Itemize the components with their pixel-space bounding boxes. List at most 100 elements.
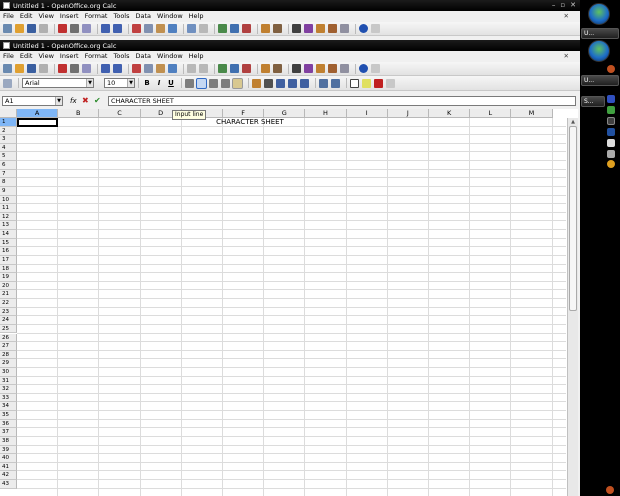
menu-data[interactable]: Data xyxy=(136,52,152,60)
row-header-4[interactable]: 4 xyxy=(0,143,17,153)
data-sources-icon[interactable] xyxy=(328,64,337,73)
vertical-scrollbar[interactable]: ▲ xyxy=(567,118,578,496)
row-header-31[interactable]: 31 xyxy=(0,376,17,386)
row-header-12[interactable]: 12 xyxy=(0,212,17,222)
column-header-f[interactable]: F xyxy=(223,109,265,118)
save-icon[interactable] xyxy=(27,64,36,73)
copy-icon[interactable] xyxy=(144,64,153,73)
insert-chart-icon[interactable] xyxy=(261,24,270,33)
row-header-8[interactable]: 8 xyxy=(0,178,17,187)
row-header-25[interactable]: 25 xyxy=(0,324,17,334)
decrease-indent-icon[interactable] xyxy=(319,78,328,88)
close-button[interactable]: ✕ xyxy=(570,1,576,9)
menu-edit[interactable]: Edit xyxy=(20,52,33,60)
close-document-button[interactable]: ✕ xyxy=(564,12,569,20)
copy-icon[interactable] xyxy=(144,24,153,33)
row-header-26[interactable]: 26 xyxy=(0,333,17,343)
row-header-11[interactable]: 11 xyxy=(0,204,17,213)
menu-tools[interactable]: Tools xyxy=(113,12,129,20)
autospellcheck-icon[interactable] xyxy=(113,64,122,73)
column-header-g[interactable]: G xyxy=(264,109,306,118)
row-header-38[interactable]: 38 xyxy=(0,436,17,446)
page-preview-icon[interactable] xyxy=(82,64,91,73)
row-header-36[interactable]: 36 xyxy=(0,419,17,429)
align-left-icon[interactable] xyxy=(185,78,194,88)
row-header-16[interactable]: 16 xyxy=(0,247,17,256)
italic-button[interactable]: I xyxy=(154,79,164,87)
menu-view[interactable]: View xyxy=(38,12,53,20)
tray-speaker-icon[interactable] xyxy=(607,150,615,158)
print-icon[interactable] xyxy=(70,24,79,33)
start-orb-icon[interactable] xyxy=(588,40,610,62)
menu-insert[interactable]: Insert xyxy=(60,12,79,20)
chevron-down-icon[interactable]: ▼ xyxy=(86,79,93,87)
clone-formatting-icon[interactable] xyxy=(168,24,177,33)
show-draw-functions-icon[interactable] xyxy=(273,24,282,33)
row-header-33[interactable]: 33 xyxy=(0,393,17,403)
menu-format[interactable]: Format xyxy=(85,12,108,20)
outer-title-bar[interactable]: Untitled 1 - OpenOffice.org Calc – ▫ ✕ xyxy=(0,0,580,11)
menu-window[interactable]: Window xyxy=(157,12,183,20)
menu-file[interactable]: File xyxy=(3,12,14,20)
taskbar-item-other[interactable]: S... xyxy=(581,96,605,107)
percent-format-icon[interactable] xyxy=(264,78,273,88)
bold-button[interactable]: B xyxy=(142,79,152,87)
align-right-icon[interactable] xyxy=(209,78,218,88)
scroll-thumb[interactable] xyxy=(569,126,577,311)
inner-title-bar[interactable]: Untitled 1 - OpenOffice.org Calc xyxy=(0,40,580,51)
tray-device-icon[interactable] xyxy=(607,117,615,125)
taskbar-item-calc-1[interactable]: U... xyxy=(581,28,619,39)
row-header-19[interactable]: 19 xyxy=(0,273,17,282)
row-header-32[interactable]: 32 xyxy=(0,385,17,394)
row-header-13[interactable]: 13 xyxy=(0,221,17,231)
minimize-button[interactable]: – xyxy=(552,1,556,9)
hyperlink-icon[interactable] xyxy=(218,64,227,73)
paste-icon[interactable] xyxy=(156,64,165,73)
column-header-h[interactable]: H xyxy=(305,109,347,118)
select-all-corner[interactable] xyxy=(0,109,17,118)
column-header-i[interactable]: I xyxy=(346,109,388,118)
redo-icon[interactable] xyxy=(199,24,208,33)
row-header-6[interactable]: 6 xyxy=(0,161,17,170)
spellcheck-icon[interactable] xyxy=(101,24,110,33)
cut-icon[interactable] xyxy=(132,64,141,73)
menu-format[interactable]: Format xyxy=(85,52,108,60)
gallery-icon[interactable] xyxy=(316,24,325,33)
new-document-icon[interactable] xyxy=(3,64,12,73)
cut-icon[interactable] xyxy=(132,24,141,33)
data-sources-icon[interactable] xyxy=(328,24,337,33)
tray-network-icon[interactable] xyxy=(607,95,615,103)
new-document-icon[interactable] xyxy=(3,24,12,33)
chevron-down-icon[interactable]: ▼ xyxy=(127,79,134,87)
menu-help[interactable]: Help xyxy=(189,52,204,60)
column-header-c[interactable]: C xyxy=(99,109,141,118)
row-header-39[interactable]: 39 xyxy=(0,445,17,455)
row-header-5[interactable]: 5 xyxy=(0,152,17,162)
undo-icon[interactable] xyxy=(187,24,196,33)
tray-window-icon[interactable] xyxy=(607,128,615,136)
justify-icon[interactable] xyxy=(221,78,230,88)
font-color-icon[interactable] xyxy=(374,78,383,88)
row-header-43[interactable]: 43 xyxy=(0,480,17,489)
row-header-17[interactable]: 17 xyxy=(0,255,17,265)
input-line-field[interactable]: CHARACTER SHEET xyxy=(108,96,576,106)
menu-edit[interactable]: Edit xyxy=(20,12,33,20)
menu-tools[interactable]: Tools xyxy=(113,52,129,60)
row-header-10[interactable]: 10 xyxy=(0,195,17,205)
column-header-b[interactable]: B xyxy=(58,109,100,118)
merge-cells-icon[interactable] xyxy=(232,77,243,89)
row-header-34[interactable]: 34 xyxy=(0,402,17,412)
row-header-2[interactable]: 2 xyxy=(0,126,17,136)
save-icon[interactable] xyxy=(27,24,36,33)
show-draw-functions-icon[interactable] xyxy=(273,64,282,73)
maximize-button[interactable]: ▫ xyxy=(560,1,565,9)
undo-icon[interactable] xyxy=(187,64,196,73)
find-replace-icon[interactable] xyxy=(292,64,301,73)
edit-file-icon[interactable] xyxy=(39,64,48,73)
help-icon[interactable] xyxy=(359,24,368,33)
align-center-icon[interactable] xyxy=(196,77,207,89)
row-header-18[interactable]: 18 xyxy=(0,264,17,274)
row-header-20[interactable]: 20 xyxy=(0,281,17,291)
find-replace-icon[interactable] xyxy=(292,24,301,33)
taskbar-item-calc-2[interactable]: U... xyxy=(581,75,619,86)
